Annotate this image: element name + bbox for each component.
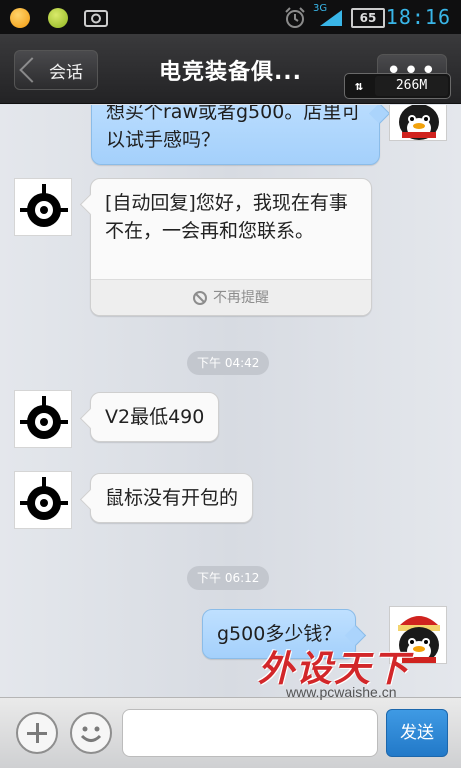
message-bubble-outgoing[interactable]: 想买个raw或者g500。店里可以试手感吗？	[91, 105, 380, 165]
screenshot-icon	[84, 10, 108, 27]
battery-icon: 65	[351, 8, 385, 28]
title-bar: 会话 电竞装备俱... ••• ⇅ 266M	[0, 34, 461, 104]
message-bubble-incoming[interactable]: V2最低490	[90, 392, 220, 442]
timestamp: 下午 06:12	[187, 566, 270, 590]
alarm-icon	[285, 7, 305, 28]
contact-avatar[interactable]	[14, 390, 72, 448]
battery-level: 65	[359, 11, 377, 25]
message-input[interactable]	[122, 709, 378, 757]
input-bar: 发送	[0, 697, 461, 768]
message-text: 想买个raw或者g500。店里可以试手感吗？	[106, 105, 361, 151]
memory-widget: ⇅ 266M	[344, 73, 451, 99]
signal-icon	[320, 10, 342, 26]
message-text: [自动回复]您好，我现在有事不在，一会再和您联系。	[105, 192, 348, 242]
contact-avatar[interactable]	[14, 471, 72, 529]
emoji-icon[interactable]	[70, 712, 112, 754]
user-avatar[interactable]	[389, 606, 447, 664]
memory-value: 266M	[375, 76, 448, 96]
status-bar: 3G 65 18:16	[0, 0, 461, 34]
user-avatar[interactable]	[389, 105, 447, 141]
message-text: g500多少钱？	[217, 623, 342, 645]
timestamp: 下午 04:42	[187, 351, 270, 375]
message-bubble-incoming[interactable]: 鼠标没有开包的	[90, 473, 254, 523]
prohibited-icon	[193, 290, 207, 305]
contact-avatar[interactable]	[14, 178, 72, 236]
orange-circle-icon	[10, 8, 30, 28]
clock: 18:16	[385, 5, 451, 29]
dont-remind-button[interactable]: 不再提醒	[91, 279, 371, 315]
send-button[interactable]: 发送	[386, 709, 448, 757]
message-text: V2最低490	[105, 406, 205, 428]
plus-icon[interactable]	[16, 712, 58, 754]
message-text: 鼠标没有开包的	[105, 487, 239, 509]
message-bubble-auto-reply[interactable]: [自动回复]您好，我现在有事不在，一会再和您联系。 不再提醒	[90, 178, 372, 316]
message-bubble-outgoing[interactable]: g500多少钱？	[202, 609, 357, 659]
up-down-arrows-icon: ⇅	[355, 78, 363, 94]
chat-area[interactable]: 想买个raw或者g500。店里可以试手感吗？ [自动回复]您好，我现在有事不在，…	[0, 105, 461, 697]
gamepad-icon	[48, 8, 68, 28]
dont-remind-label: 不再提醒	[213, 289, 269, 306]
